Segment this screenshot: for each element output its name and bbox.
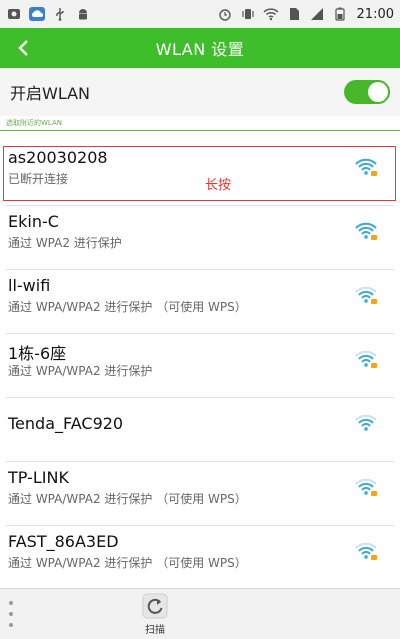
network-ssid: Tenda_FAC920	[8, 414, 124, 433]
network-ssid: ll-wifi	[8, 276, 51, 295]
wifi-locked-icon	[355, 350, 377, 368]
status-bar-left	[6, 6, 91, 22]
network-status: 通过 WPA/WPA2 进行保护	[8, 364, 153, 378]
network-ssid: 1栋-6座	[8, 344, 67, 363]
wifi-locked-icon	[355, 286, 377, 304]
wlan-toggle-switch[interactable]	[344, 80, 390, 104]
status-time: 21:00	[356, 6, 394, 22]
status-bar-right: 21:00	[217, 6, 394, 22]
android-icon	[75, 6, 91, 22]
network-ssid: TP-LINK	[8, 468, 69, 487]
network-item[interactable]: TP-LINK 通过 WPA/WPA2 进行保护 （可使用 WPS）	[0, 462, 400, 526]
section-header: 选取附近的WLAN	[0, 116, 400, 132]
network-item[interactable]: Tenda_FAC920	[0, 398, 400, 462]
refresh-icon	[142, 593, 168, 619]
bottom-bar: 扫描	[0, 588, 400, 639]
status-bar: 21:00	[0, 0, 400, 28]
wifi-icon	[263, 6, 279, 22]
wifi-locked-icon	[355, 222, 377, 240]
vibrate-icon	[240, 6, 256, 22]
chevron-left-icon	[18, 40, 28, 56]
wifi-locked-icon	[355, 542, 377, 560]
action-bar: WLAN 设置	[0, 28, 400, 68]
toggle-knob	[368, 82, 388, 102]
wifi-locked-icon	[355, 478, 377, 496]
network-status: 通过 WPA2 进行保护	[8, 236, 122, 250]
network-item[interactable]: 1栋-6座 通过 WPA/WPA2 进行保护	[0, 334, 400, 398]
network-ssid: FAST_86A3ED	[8, 532, 119, 551]
wifi-open-icon	[355, 414, 377, 431]
back-button[interactable]	[10, 34, 38, 62]
network-status: 通过 WPA/WPA2 进行保护 （可使用 WPS）	[8, 300, 247, 314]
battery-icon	[332, 6, 348, 22]
network-item[interactable]: ll-wifi 通过 WPA/WPA2 进行保护 （可使用 WPS）	[0, 270, 400, 334]
network-status: 通过 WPA/WPA2 进行保护 （可使用 WPS）	[8, 492, 247, 506]
network-status: 通过 WPA/WPA2 进行保护 （可使用 WPS）	[8, 556, 247, 570]
wlan-toggle-label: 开启WLAN	[10, 84, 91, 103]
cloud-icon	[29, 6, 45, 22]
signal-icon	[309, 6, 325, 22]
page-title: WLAN 设置	[155, 40, 245, 59]
annotation-label: 长按	[205, 178, 232, 193]
wlan-toggle-row[interactable]: 开启WLAN	[0, 68, 400, 116]
notification-icon	[6, 6, 22, 22]
section-divider	[0, 130, 400, 131]
network-ssid: Ekin-C	[8, 212, 59, 231]
sim-icon	[286, 6, 302, 22]
network-item[interactable]: Ekin-C 通过 WPA2 进行保护	[0, 206, 400, 270]
highlight-box	[3, 146, 396, 201]
network-item[interactable]: FAST_86A3ED 通过 WPA/WPA2 进行保护 （可使用 WPS）	[0, 526, 400, 590]
scan-button[interactable]: 扫描	[134, 593, 176, 637]
alarm-icon	[217, 6, 233, 22]
usb-icon	[52, 6, 68, 22]
more-vert-icon[interactable]	[6, 601, 16, 627]
section-label: 选取附近的WLAN	[6, 119, 63, 127]
scan-label: 扫描	[145, 625, 165, 636]
